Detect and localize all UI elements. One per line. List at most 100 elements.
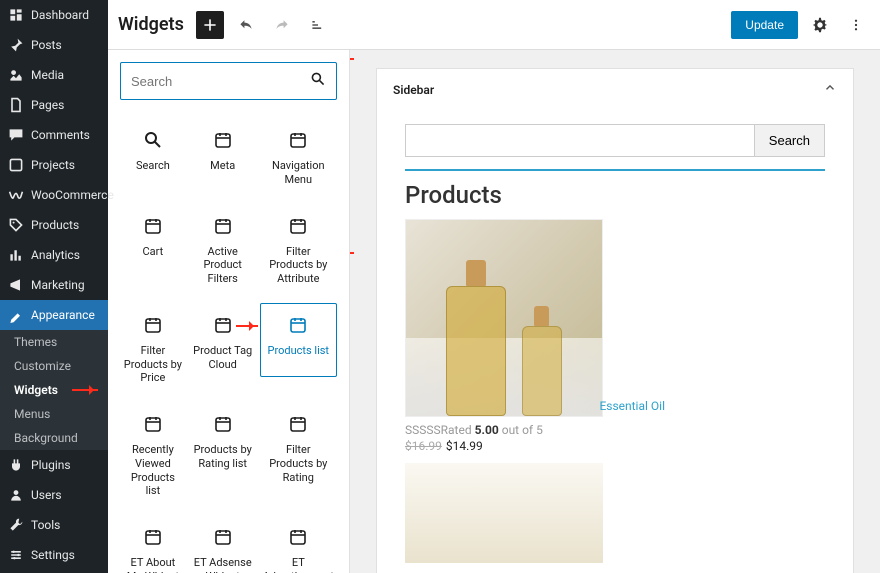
sidebar-label: Dashboard: [31, 8, 89, 22]
widget-area-header[interactable]: Sidebar: [377, 69, 853, 110]
annotation-arrow-icon: [236, 325, 258, 327]
sidebar-item-comments[interactable]: Comments: [0, 120, 108, 150]
redo-button[interactable]: [268, 11, 296, 39]
sidebar-label: Pages: [31, 98, 64, 112]
calendar-icon: [287, 215, 309, 237]
plugins-icon: [8, 457, 24, 473]
block-label: Filter Products by Rating: [263, 443, 334, 484]
block-option[interactable]: ET About Me Widget: [120, 515, 186, 573]
sidebar-sub-menus[interactable]: Menus: [0, 402, 108, 426]
more-options-button[interactable]: [842, 11, 870, 39]
calendar-icon: [142, 314, 164, 336]
product-image[interactable]: [405, 219, 603, 417]
calendar-icon: [287, 314, 309, 336]
sidebar-label: Users: [31, 488, 62, 502]
block-option[interactable]: Filter Products by Price: [120, 303, 186, 398]
sidebar-sub-widgets[interactable]: Widgets: [0, 378, 108, 402]
sidebar-label: WooCommerce: [31, 188, 114, 202]
sidebar-item-pages[interactable]: Pages: [0, 90, 108, 120]
calendar-icon: [287, 129, 309, 151]
admin-sidebar: Dashboard Posts Media Pages Comments Pro…: [0, 0, 108, 573]
block-option[interactable]: Products list: [260, 303, 337, 377]
calendar-icon: [142, 413, 164, 435]
undo-button[interactable]: [232, 11, 260, 39]
sidebar-label: Appearance: [31, 308, 95, 322]
settings-button[interactable]: [806, 11, 834, 39]
block-option[interactable]: Search: [120, 118, 186, 200]
sidebar-label: Posts: [31, 38, 62, 52]
products-icon: [8, 217, 24, 233]
block-option[interactable]: Filter Products by Attribute: [260, 204, 337, 299]
sidebar-item-dashboard[interactable]: Dashboard: [0, 0, 108, 30]
preview-search-input[interactable]: [405, 124, 755, 157]
block-option[interactable]: Cart: [120, 204, 186, 299]
list-view-button[interactable]: [304, 11, 332, 39]
search-icon: [142, 129, 164, 151]
preview-search-widget: Search: [405, 124, 825, 157]
sidebar-item-posts[interactable]: Posts: [0, 30, 108, 60]
sidebar-label: Settings: [31, 548, 75, 562]
add-block-button[interactable]: [196, 11, 224, 39]
chevron-up-icon: [823, 81, 837, 98]
sidebar-label: Analytics: [31, 248, 80, 262]
sidebar-sub-customize[interactable]: Customize: [0, 354, 108, 378]
block-option[interactable]: ET Advertisement: [260, 515, 337, 573]
preview-search-button[interactable]: Search: [755, 124, 825, 157]
block-label: Recently Viewed Products list: [123, 443, 183, 498]
block-label: Products by Rating list: [193, 443, 253, 471]
annotation-arrow-icon: [350, 58, 354, 60]
sidebar-item-media[interactable]: Media: [0, 60, 108, 90]
sidebar-sub-themes[interactable]: Themes: [0, 330, 108, 354]
sidebar-label: Plugins: [31, 458, 71, 472]
sidebar-item-woocommerce[interactable]: WooCommerce: [0, 180, 108, 210]
sidebar-item-projects[interactable]: Projects: [0, 150, 108, 180]
widget-area-title: Sidebar: [393, 83, 434, 97]
block-label: Cart: [143, 245, 164, 259]
calendar-icon: [212, 314, 234, 336]
tools-icon: [8, 517, 24, 533]
calendar-icon: [142, 215, 164, 237]
block-option[interactable]: Products by Rating list: [190, 402, 256, 511]
sidebar-sub-background[interactable]: Background: [0, 426, 108, 450]
block-label: ET Advertisement: [263, 556, 334, 573]
sidebar-label: Marketing: [31, 278, 85, 292]
sidebar-label: Tools: [31, 518, 60, 532]
sidebar-item-analytics[interactable]: Analytics: [0, 240, 108, 270]
media-icon: [8, 67, 24, 83]
block-option[interactable]: Meta: [190, 118, 256, 200]
pages-icon: [8, 97, 24, 113]
search-icon: [310, 71, 326, 91]
page-title: Widgets: [118, 14, 184, 35]
sidebar-item-products[interactable]: Products: [0, 210, 108, 240]
block-option[interactable]: Filter Products by Rating: [260, 402, 337, 511]
inserter-search[interactable]: [120, 62, 337, 100]
block-label: Filter Products by Price: [123, 344, 183, 385]
marketing-icon: [8, 277, 24, 293]
sidebar-item-tools[interactable]: Tools: [0, 510, 108, 540]
product-link[interactable]: Essential Oil: [599, 399, 665, 413]
inserter-search-input[interactable]: [131, 74, 310, 89]
appearance-icon: [8, 307, 24, 323]
sidebar-item-users[interactable]: Users: [0, 480, 108, 510]
block-label: Navigation Menu: [263, 159, 334, 187]
products-heading: Products: [405, 181, 825, 209]
calendar-icon: [287, 526, 309, 548]
sidebar-label: Products: [31, 218, 79, 232]
block-option[interactable]: Active Product Filters: [190, 204, 256, 299]
block-option[interactable]: Navigation Menu: [260, 118, 337, 200]
annotation-arrow-icon: [72, 389, 98, 391]
product-rating: SSSSSRated 5.00 out of 5: [405, 423, 825, 437]
block-option[interactable]: Product Tag Cloud: [190, 303, 256, 398]
widget-area-body: Search Products Ess: [377, 110, 853, 573]
sidebar-item-marketing[interactable]: Marketing: [0, 270, 108, 300]
sidebar-item-plugins[interactable]: Plugins: [0, 450, 108, 480]
block-option[interactable]: ET Adsense Widget: [190, 515, 256, 573]
product-image[interactable]: [405, 463, 603, 563]
sidebar-item-settings[interactable]: Settings: [0, 540, 108, 570]
calendar-icon: [212, 526, 234, 548]
update-button[interactable]: Update: [731, 11, 798, 39]
block-option[interactable]: Recently Viewed Products list: [120, 402, 186, 511]
users-icon: [8, 487, 24, 503]
dashboard-icon: [8, 7, 24, 23]
sidebar-item-appearance[interactable]: Appearance: [0, 300, 108, 330]
